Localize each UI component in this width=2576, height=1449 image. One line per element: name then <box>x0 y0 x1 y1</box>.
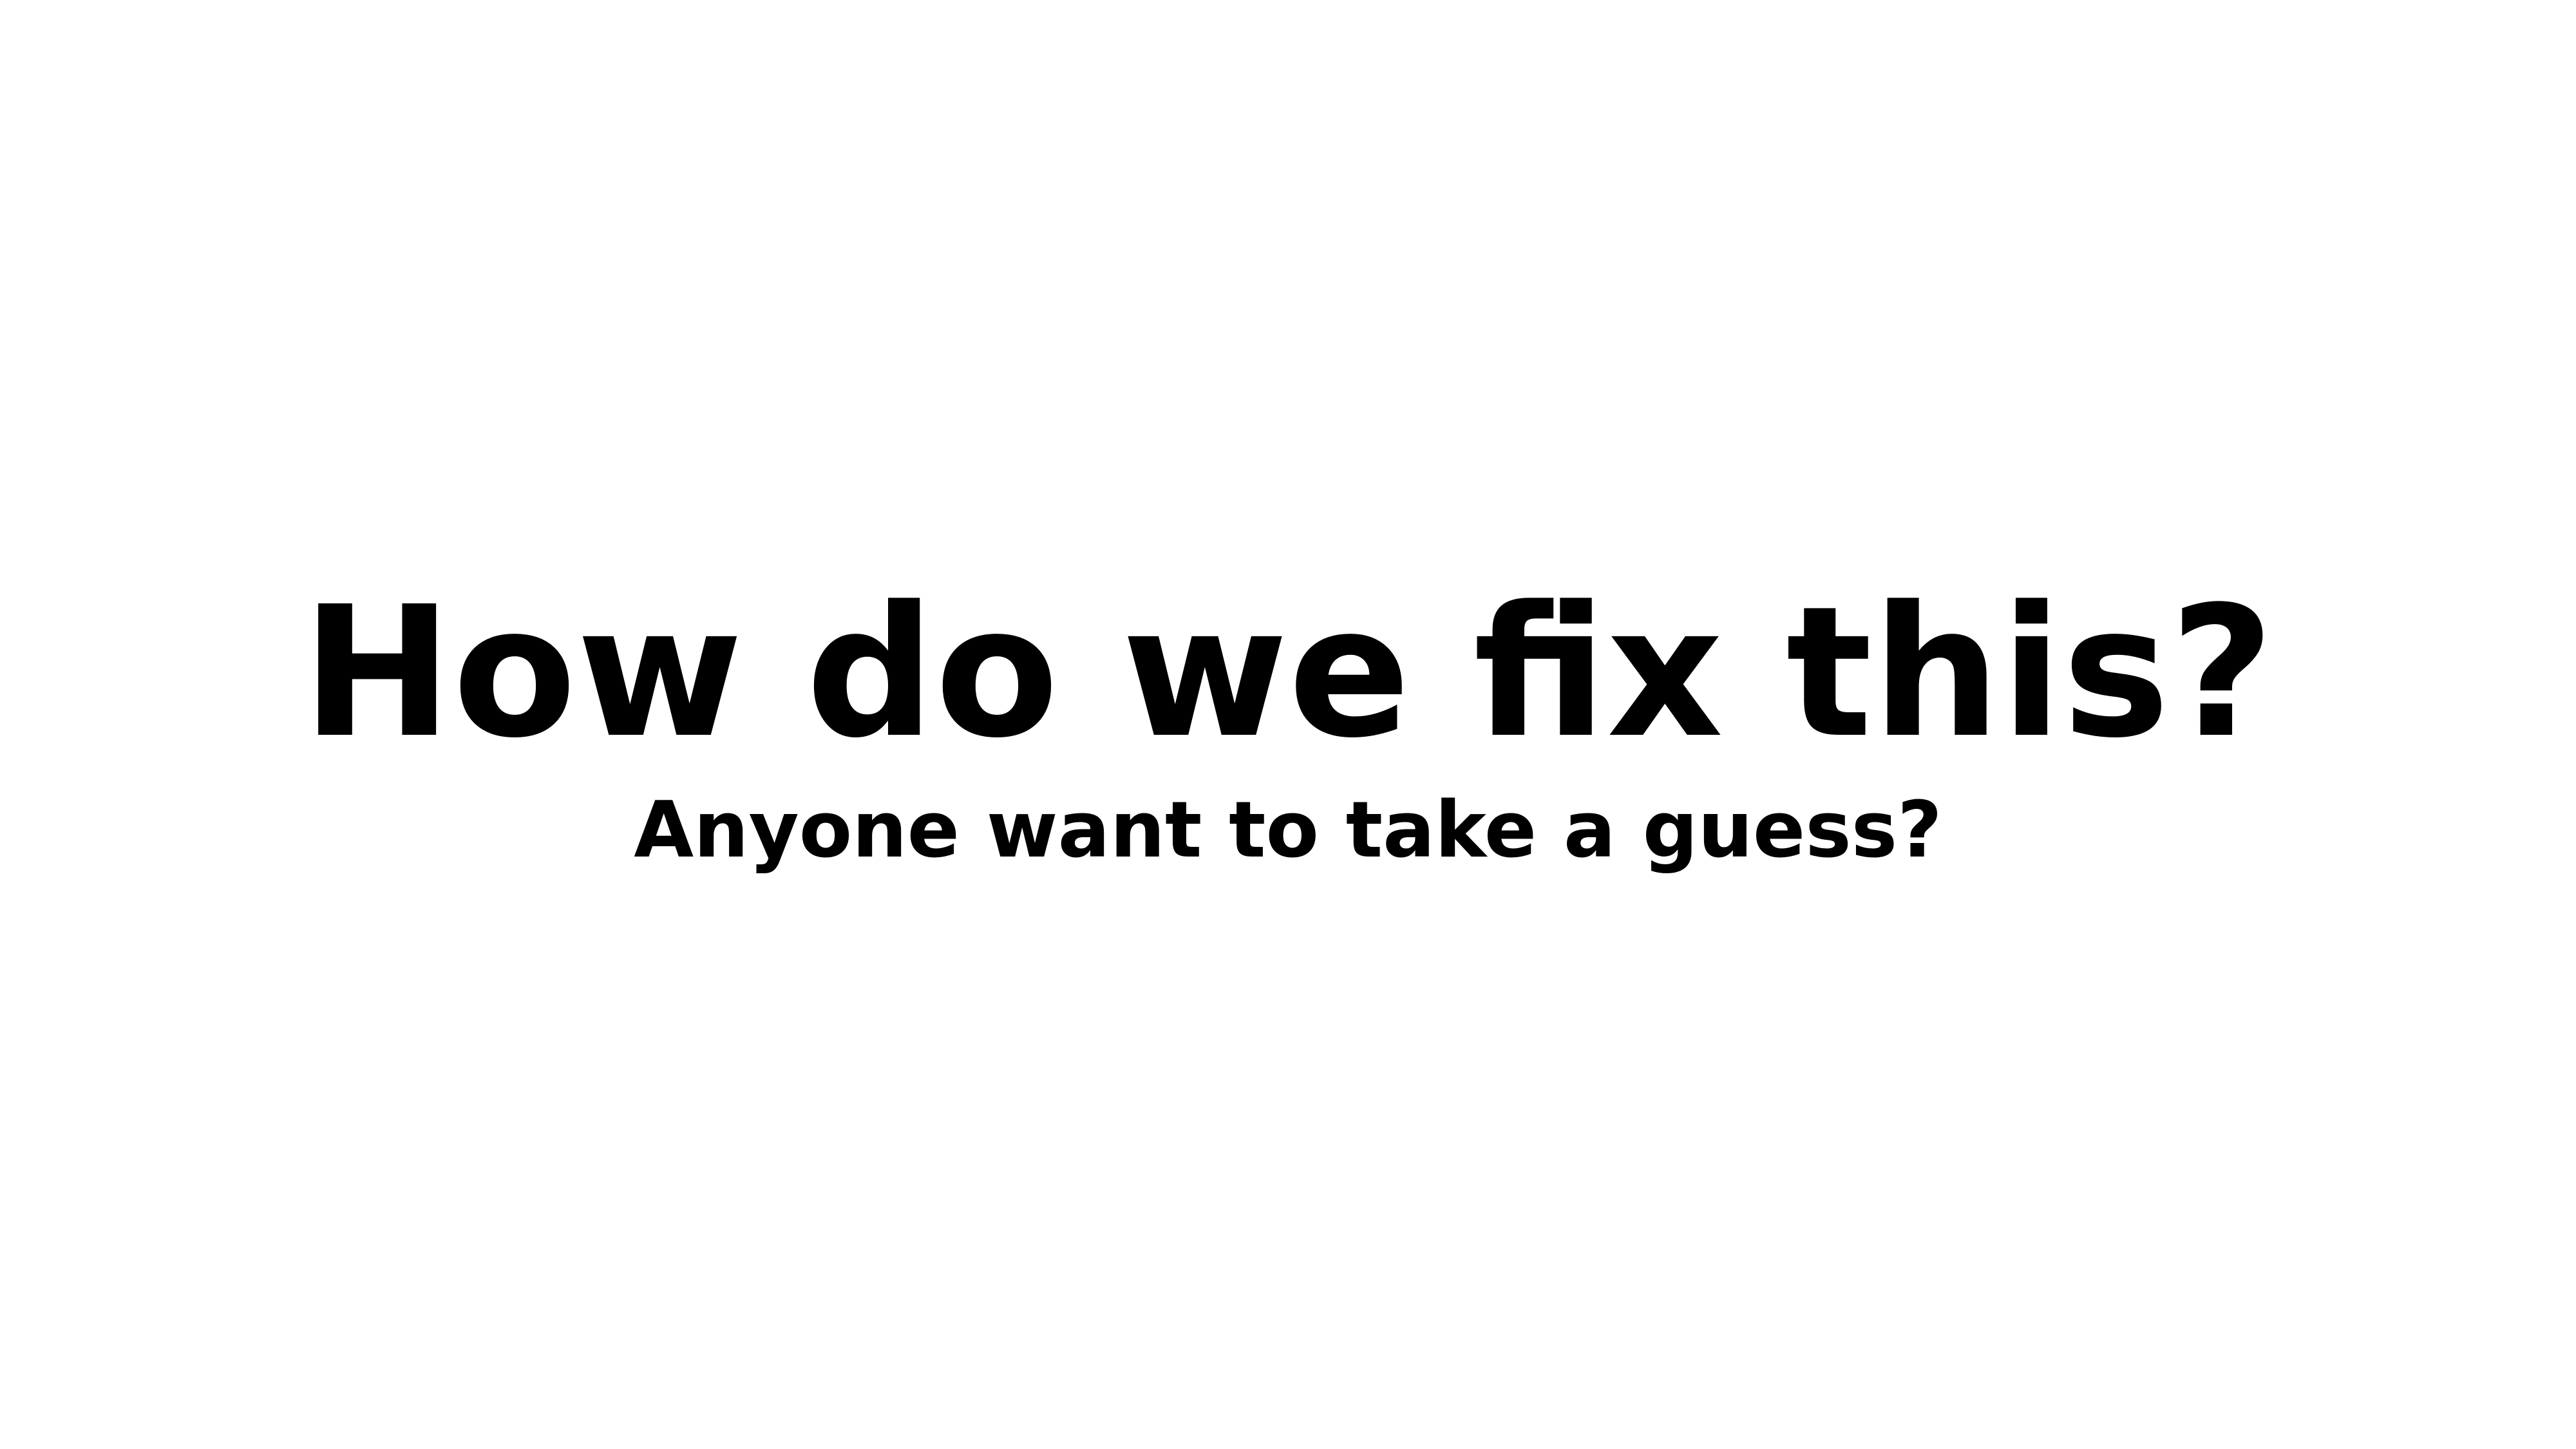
slide-title: How do we fix this? <box>301 568 2275 778</box>
slide-subtitle: Anyone want to take a guess? <box>634 786 1942 875</box>
slide: How do we fix this? Anyone want to take … <box>0 0 2576 1449</box>
